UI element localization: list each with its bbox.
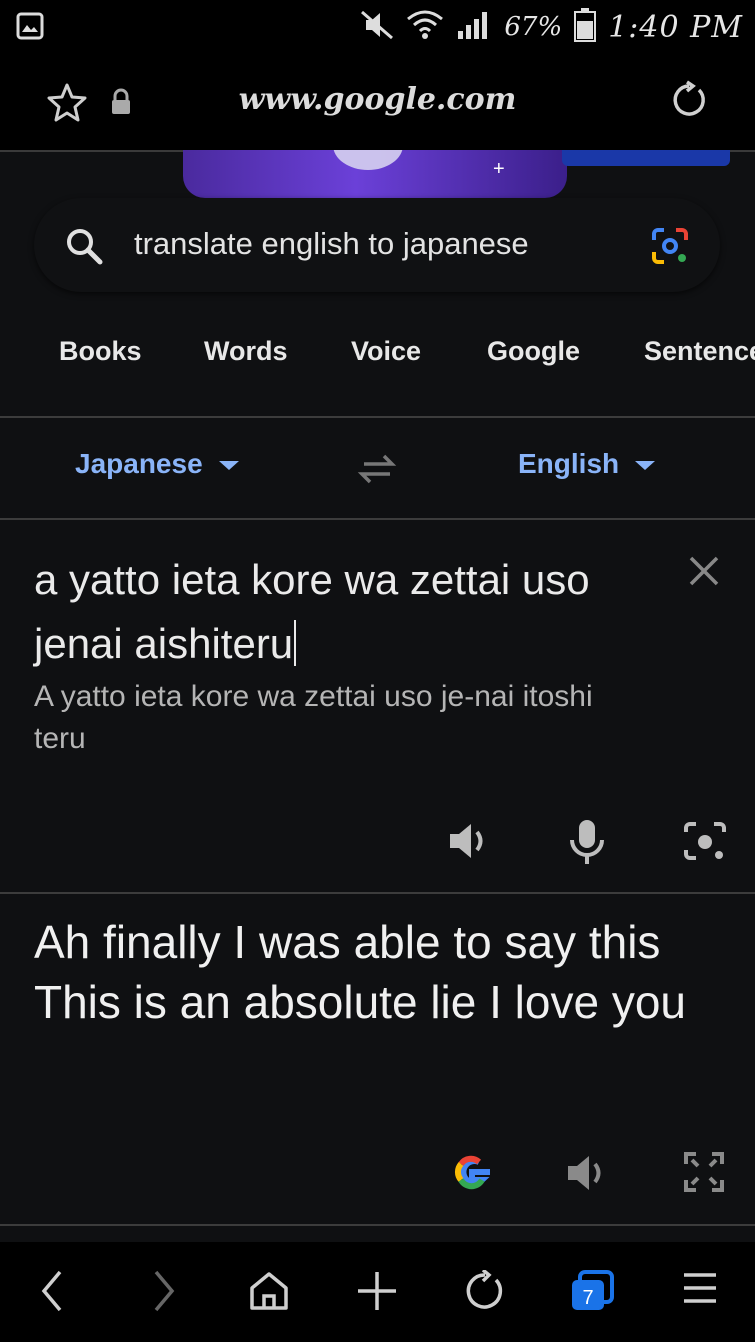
mute-icon bbox=[360, 10, 394, 45]
header-button-strip bbox=[562, 150, 730, 166]
speaker-icon[interactable] bbox=[564, 1150, 610, 1201]
google-logo-icon[interactable] bbox=[450, 1150, 494, 1199]
target-language-label: English bbox=[518, 448, 620, 479]
source-language-label: Japanese bbox=[75, 448, 203, 479]
wifi-icon bbox=[406, 9, 444, 46]
close-icon[interactable] bbox=[687, 554, 721, 593]
source-text[interactable]: a yatto ieta kore wa zettai uso jenai ai… bbox=[34, 556, 590, 667]
forward-icon[interactable] bbox=[152, 1270, 176, 1317]
divider bbox=[0, 518, 755, 520]
tabs-icon[interactable]: 7 bbox=[570, 1270, 616, 1317]
target-language-select[interactable]: English bbox=[518, 448, 656, 480]
chevron-down-icon bbox=[635, 461, 656, 471]
battery-icon bbox=[574, 7, 597, 47]
speaker-icon[interactable] bbox=[446, 818, 492, 869]
microphone-icon[interactable] bbox=[566, 818, 608, 871]
tab-count: 7 bbox=[582, 1287, 593, 1309]
refresh-icon[interactable] bbox=[464, 1268, 506, 1317]
camera-icon[interactable] bbox=[682, 818, 728, 869]
doodle-sparkle: + bbox=[493, 158, 505, 180]
doodle-moon bbox=[333, 150, 403, 170]
status-bar: 67% 1:40 PM bbox=[0, 0, 755, 54]
chip-words[interactable]: Words bbox=[204, 336, 288, 367]
signal-icon bbox=[456, 9, 492, 46]
search-filter-chips: Books Words Voice Google Sentence bbox=[0, 318, 755, 388]
browser-url-bar: www.google.com bbox=[0, 54, 755, 152]
source-text-input[interactable]: a yatto ieta kore wa zettai uso jenai ai… bbox=[34, 548, 654, 676]
translation-result: Ah finally I was able to say this This i… bbox=[34, 916, 687, 1028]
browser-bottom-nav: 7 bbox=[0, 1242, 755, 1342]
gallery-icon bbox=[16, 12, 44, 45]
divider bbox=[0, 892, 755, 894]
divider bbox=[0, 416, 755, 418]
google-lens-icon[interactable] bbox=[650, 226, 690, 271]
search-query[interactable]: translate english to japanese bbox=[134, 226, 529, 262]
back-icon[interactable] bbox=[40, 1270, 64, 1317]
search-box[interactable]: translate english to japanese bbox=[34, 198, 720, 292]
source-language-select[interactable]: Japanese bbox=[75, 448, 239, 480]
chip-voice[interactable]: Voice bbox=[351, 336, 421, 367]
chip-sentence[interactable]: Sentence bbox=[644, 336, 755, 367]
search-icon[interactable] bbox=[64, 226, 104, 271]
home-icon[interactable] bbox=[248, 1270, 290, 1317]
reload-icon[interactable] bbox=[669, 80, 709, 125]
chip-google[interactable]: Google bbox=[487, 336, 580, 367]
clock: 1:40 PM bbox=[608, 9, 743, 45]
google-doodle[interactable]: + bbox=[183, 150, 567, 198]
transliteration: A yatto ieta kore wa zettai uso je-nai i… bbox=[34, 680, 593, 755]
text-cursor bbox=[294, 620, 297, 666]
chip-books[interactable]: Books bbox=[59, 336, 142, 367]
divider bbox=[0, 1224, 755, 1226]
swap-languages-icon[interactable] bbox=[356, 452, 398, 491]
new-tab-icon[interactable] bbox=[356, 1270, 398, 1317]
battery-percent: 67% bbox=[504, 12, 563, 42]
menu-icon[interactable] bbox=[682, 1270, 718, 1311]
chevron-down-icon bbox=[218, 461, 239, 471]
fullscreen-icon[interactable] bbox=[682, 1150, 726, 1199]
url-text[interactable]: www.google.com bbox=[0, 82, 755, 117]
